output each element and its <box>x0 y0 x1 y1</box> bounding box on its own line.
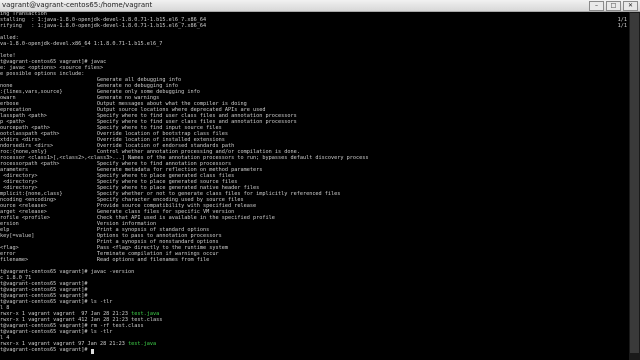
terminal-line: t@vagrant-centos65 vagrant]# <box>0 347 94 354</box>
minimize-button[interactable]: – <box>589 1 604 11</box>
terminal-line: rifying : 1:java-1.8.0-openjdk-devel-1.8… <box>0 23 207 30</box>
terminal-line-text: t@vagrant-centos65 vagrant]# ls -tlr <box>0 299 113 305</box>
terminal-output[interactable]: ing Transaction stalling : 1:java-1.8.0-o… <box>0 12 629 360</box>
window-title: vagrant@vagrant-centos65:/home/vagrant <box>2 1 153 9</box>
executable-filename: test.java <box>128 341 157 347</box>
maximize-button[interactable]: □ <box>606 1 621 11</box>
terminal-line: t@vagrant-centos65 vagrant]# ls -tlr <box>0 329 113 336</box>
terminal-line: va-1.8.0-openjdk-devel.x86_64 1:1.8.0.71… <box>0 41 163 48</box>
terminal-line-text: rifying : 1:java-1.8.0-openjdk-devel-1.8… <box>0 23 207 29</box>
close-button[interactable]: ✕ <box>623 1 638 11</box>
terminal-cursor <box>90 348 94 354</box>
terminal-line-text: t@vagrant-centos65 vagrant]# <box>0 347 91 353</box>
terminal-line: filename> Read options and filenames fro… <box>0 257 210 264</box>
terminal-line-text: filename> Read options and filenames fro… <box>0 257 210 263</box>
terminal-line-text: va-1.8.0-openjdk-devel.x86_64 1:1.8.0.71… <box>0 41 163 47</box>
terminal-scrollbar[interactable] <box>629 12 640 360</box>
window-controls: – □ ✕ <box>589 1 638 11</box>
window-titlebar[interactable]: vagrant@vagrant-centos65:/home/vagrant –… <box>0 0 640 12</box>
terminal-line-text: t@vagrant-centos65 vagrant]# ls -tlr <box>0 329 113 335</box>
terminal-line: t@vagrant-centos65 vagrant]# ls -tlr <box>0 299 113 306</box>
verify-progress-1: 1/1 <box>617 23 627 29</box>
scrollbar-thumb[interactable] <box>630 13 639 353</box>
